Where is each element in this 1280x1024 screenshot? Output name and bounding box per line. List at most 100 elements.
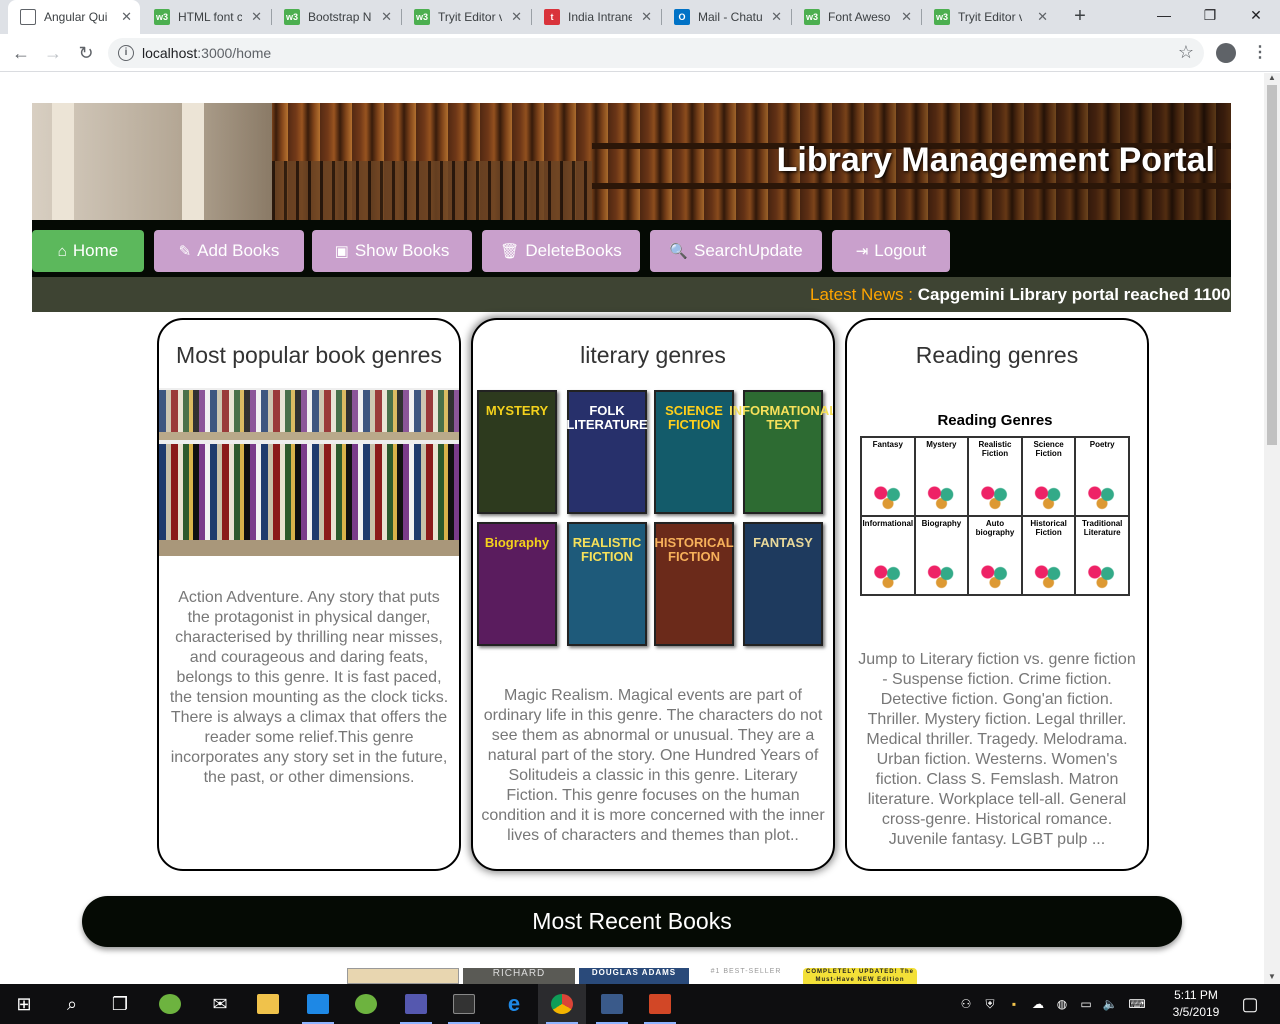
edit-icon: ✎	[178, 243, 192, 260]
browser-tab-angular[interactable]: Angular Qui ✕	[8, 0, 140, 34]
app-spring-icon[interactable]	[146, 984, 194, 1024]
volume-icon[interactable]: 🔈	[1098, 997, 1122, 1011]
document-icon	[20, 9, 36, 25]
close-tab-icon[interactable]: ✕	[121, 9, 132, 25]
spring-tool-icon[interactable]	[342, 984, 390, 1024]
tab-title: Font Aweso	[828, 10, 891, 24]
genre-cell-label: Poetry	[1089, 440, 1115, 449]
browser-tab-tryit-1[interactable]: w3 Tryit Editor v ✕	[402, 0, 530, 34]
browser-tab-tryit-2[interactable]: w3 Tryit Editor v ✕	[922, 0, 1056, 34]
url-text[interactable]: localhost:3000/home	[142, 45, 271, 61]
bookshelf-image	[159, 388, 459, 556]
close-tab-icon[interactable]: ✕	[1037, 9, 1048, 25]
genre-cell: Realistic Fiction	[968, 437, 1022, 516]
edge-icon[interactable]: e	[490, 984, 538, 1024]
card-title: literary genres	[580, 342, 726, 368]
nav-delete-books-button[interactable]: 🗑 DeleteBooks	[482, 230, 640, 272]
browser-menu-icon[interactable]: ⋮	[1252, 42, 1268, 62]
file-explorer-icon[interactable]	[244, 984, 292, 1024]
poster: SCIENCE FICTION	[654, 390, 734, 514]
browser-tab-mail[interactable]: O Mail - Chatu ✕	[662, 0, 790, 34]
clipart	[977, 560, 1013, 590]
nav-label: SearchUpdate	[694, 241, 803, 260]
browser-tab-font-awesome[interactable]: w3 Font Aweso ✕	[792, 0, 920, 34]
w3schools-icon: w3	[154, 9, 170, 25]
keyboard-icon[interactable]: ⌨	[1122, 997, 1152, 1011]
nav-logout-button[interactable]: ⇥ Logout	[832, 230, 950, 272]
taskbar-clock[interactable]: 5:11 PM 3/5/2019	[1163, 987, 1229, 1021]
scrollbar-thumb[interactable]	[1267, 85, 1277, 445]
reload-button[interactable]: ↻	[74, 41, 98, 65]
genre-card-reading: Reading genres Reading Genres Fantasy My…	[845, 318, 1149, 871]
genre-cell-label: Auto biography	[975, 519, 1015, 537]
nav-add-books-button[interactable]: ✎ Add Books	[154, 230, 304, 272]
people-icon[interactable]: ⚇	[954, 997, 978, 1011]
new-tab-button[interactable]: +	[1068, 4, 1092, 28]
w3schools-icon: w3	[934, 9, 950, 25]
t-icon: t	[544, 9, 560, 25]
search-icon[interactable]: ⌕	[48, 984, 96, 1024]
teams-icon[interactable]	[392, 984, 440, 1024]
powerpoint-icon[interactable]	[636, 984, 684, 1024]
bookmark-star-icon[interactable]: ☆	[1178, 42, 1194, 63]
close-tab-icon[interactable]: ✕	[901, 9, 912, 25]
windows-start-icon[interactable]: ⊞	[0, 984, 48, 1024]
browser-tab-html-font[interactable]: w3 HTML font c ✕	[142, 0, 270, 34]
nav-show-books-button[interactable]: ▣ Show Books	[312, 230, 472, 272]
book-cover[interactable]	[347, 968, 459, 984]
chrome-icon[interactable]	[538, 984, 586, 1024]
terminal-icon[interactable]	[440, 984, 488, 1024]
profile-avatar-icon[interactable]	[1216, 43, 1236, 63]
remote-desktop-icon[interactable]	[588, 984, 636, 1024]
book-cover[interactable]: COMPLETELY UPDATED! The Must-Have NEW Ed…	[803, 968, 917, 984]
task-view-icon[interactable]: ❐	[96, 984, 144, 1024]
minimize-button[interactable]: —	[1141, 0, 1187, 30]
poster: FOLK LITERATURE	[566, 390, 648, 514]
forward-button[interactable]: →	[41, 41, 65, 65]
browser-tab-bootstrap[interactable]: w3 Bootstrap N ✕	[272, 0, 400, 34]
clock-time: 5:11 PM	[1174, 988, 1218, 1002]
image-icon: ▣	[334, 243, 349, 260]
info-icon[interactable]: i	[118, 45, 134, 61]
vscode-icon[interactable]	[294, 984, 342, 1024]
nav-label: Show Books	[354, 241, 450, 260]
close-tab-icon[interactable]: ✕	[381, 9, 392, 25]
tab-title: Bootstrap N	[308, 10, 372, 24]
mail-icon[interactable]: ✉	[196, 984, 244, 1024]
close-tab-icon[interactable]: ✕	[771, 9, 782, 25]
tab-title: Angular Qui	[44, 10, 108, 24]
close-tab-icon[interactable]: ✕	[251, 9, 262, 25]
close-tab-icon[interactable]: ✕	[511, 9, 522, 25]
genre-cell-label: Realistic Fiction	[978, 440, 1012, 458]
banner-pillar	[52, 103, 74, 220]
nav-home-button[interactable]: ⌂ Home	[32, 230, 144, 272]
page-scrollbar[interactable]: ▲ ▼	[1264, 73, 1280, 984]
browser-tab-india-intranet[interactable]: t India Intrane ✕	[532, 0, 660, 34]
back-button[interactable]: ←	[9, 41, 33, 65]
clipart	[923, 481, 960, 511]
address-bar[interactable]: i localhost:3000/home ☆	[108, 38, 1204, 68]
clipart	[1030, 481, 1067, 511]
scroll-up-arrow-icon[interactable]: ▲	[1264, 73, 1280, 85]
network-icon[interactable]: ▭	[1074, 997, 1098, 1011]
book-cover[interactable]: RICHARD	[463, 968, 575, 984]
browser-toolbar: ← → ↻ i localhost:3000/home ☆ ⋮	[0, 34, 1280, 72]
most-recent-books-header: Most Recent Books	[82, 896, 1182, 947]
restore-button[interactable]: ❐	[1187, 0, 1233, 30]
poster: REALISTIC FICTION	[567, 522, 647, 646]
news-marquee: Latest News : Capgemini Library portal r…	[810, 285, 1230, 305]
folder-tray-icon[interactable]: ▪	[1002, 997, 1026, 1011]
scroll-down-arrow-icon[interactable]: ▼	[1264, 972, 1280, 984]
globe-icon[interactable]: ◍	[1050, 997, 1074, 1011]
book-cover[interactable]: #1 BEST-SELLER	[693, 968, 799, 984]
notifications-icon[interactable]: ▢	[1230, 984, 1270, 1024]
cloud-icon[interactable]: ☁	[1026, 997, 1050, 1011]
genre-cell: Historical Fiction	[1021, 516, 1076, 595]
book-cover[interactable]: DOUGLAS ADAMS	[579, 968, 689, 984]
close-window-button[interactable]: ✕	[1233, 0, 1279, 30]
close-tab-icon[interactable]: ✕	[641, 9, 652, 25]
banner-shelf	[592, 183, 1231, 189]
news-text: Capgemini Library portal reached 1100	[917, 285, 1231, 304]
nav-search-update-button[interactable]: 🔍 SearchUpdate	[650, 230, 822, 272]
defender-icon[interactable]: ⛨	[978, 997, 1002, 1012]
